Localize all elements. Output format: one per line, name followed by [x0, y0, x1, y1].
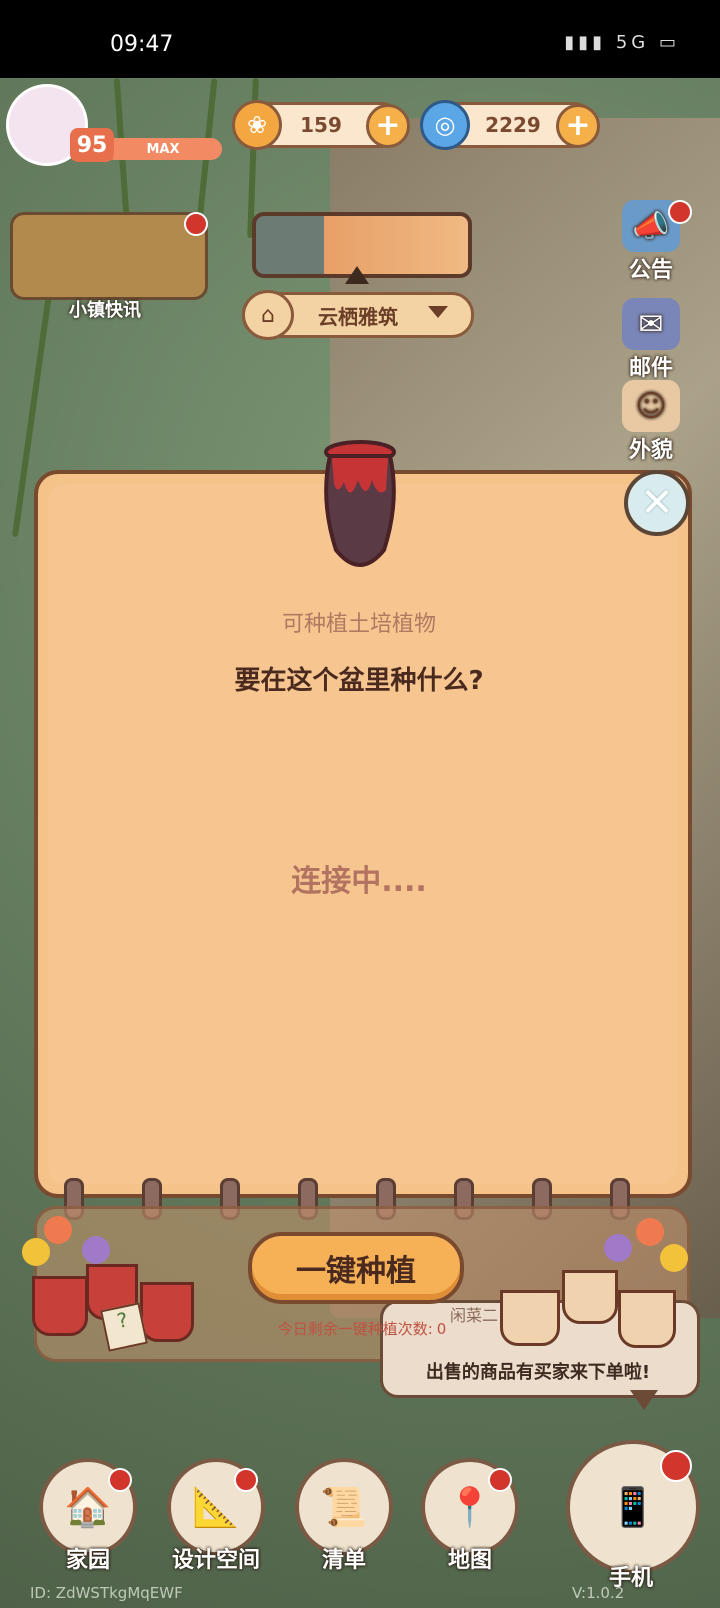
level-progress-bar: MAX [104, 138, 222, 160]
notification-text: 出售的商品有买家来下单啦! [425, 1362, 651, 1383]
mail-label: 邮件 [628, 356, 673, 381]
left-flower-pots: ? [18, 1210, 198, 1352]
announcement-notification-dot [668, 200, 692, 224]
appearance-label: 外貌 [628, 438, 673, 463]
pot-type-label: 可种植土培植物 [281, 612, 436, 637]
status-time: 09:47 [110, 32, 174, 57]
character-face-icon: ☺ [622, 380, 680, 432]
phone-notification-dot [660, 1450, 692, 1482]
network-type-label: 5G [615, 32, 650, 53]
close-button[interactable]: ✕ [624, 470, 690, 536]
dialog-question: 要在这个盆里种什么? [234, 666, 484, 696]
chevron-down-icon[interactable] [428, 306, 448, 318]
currency1-value: 159 [300, 113, 342, 137]
nav-home-label: 家园 [65, 1548, 110, 1573]
home-notification-dot [108, 1468, 132, 1492]
currency1-add-button[interactable]: + [366, 104, 410, 148]
currency2-add-button[interactable]: + [556, 104, 600, 148]
seed-packet-icon: ? [100, 1302, 148, 1352]
purple-flower-icon [604, 1234, 632, 1262]
remaining-value: 0 [436, 1320, 447, 1338]
dialog-body [48, 484, 678, 1184]
envelope-icon: ✉ [622, 298, 680, 350]
bubble-tail [630, 1390, 658, 1410]
status-icons: ▮▮▮ 5G ▭ [564, 32, 680, 53]
remaining-label: 今日剩余一键种植次数: [277, 1320, 433, 1338]
nav-list[interactable]: 📜 清单 [294, 1458, 394, 1574]
version-label: V:1.0.2 [572, 1584, 625, 1602]
town-news-card[interactable] [10, 212, 208, 300]
status-bar: 09:47 ▮▮▮ 5G ▭ [0, 0, 720, 78]
battery-icon: ▭ [658, 32, 680, 53]
signal-icon: ▮▮▮ [564, 32, 607, 53]
swirl-gem-icon: ◎ [420, 100, 470, 150]
connecting-status: 连接中.... [291, 864, 427, 899]
clay-pot-icon [618, 1290, 676, 1348]
leaf-coin-icon: ❀ [232, 100, 282, 150]
map-notification-dot [488, 1468, 512, 1492]
yellow-flower-icon [660, 1244, 688, 1272]
remaining-plant-count: 今日剩余一键种植次数: 0 [240, 1318, 480, 1339]
nav-list-label: 清单 [321, 1548, 366, 1573]
clay-pot-icon [562, 1270, 618, 1324]
right-flower-pots [500, 1214, 700, 1354]
yellow-flower-icon [22, 1238, 50, 1266]
orange-flower-icon [44, 1216, 72, 1244]
appearance-button[interactable]: ☺ 外貌 [616, 380, 686, 464]
nav-map-label: 地图 [447, 1548, 492, 1573]
red-pot-icon [140, 1282, 194, 1342]
house-icon: ⌂ [242, 290, 294, 340]
red-vase-icon [324, 440, 396, 567]
announcement-label: 公告 [628, 258, 673, 283]
red-pot-icon [32, 1276, 88, 1336]
currency2-value: 2229 [485, 113, 541, 137]
design-notification-dot [234, 1468, 258, 1492]
orange-flower-icon [636, 1218, 664, 1246]
news-notification-dot [184, 212, 208, 236]
time-pointer-icon [345, 266, 369, 284]
town-news-label: 小镇快讯 [69, 300, 141, 321]
purple-flower-icon [82, 1236, 110, 1264]
player-level-badge: 95 [70, 128, 114, 162]
location-name: 云栖雅筑 [318, 304, 398, 329]
nav-design-label: 设计空间 [171, 1548, 260, 1573]
clay-pot-icon [500, 1290, 560, 1346]
player-id: ID: ZdWSTkgMqEWF [30, 1584, 183, 1602]
mail-button[interactable]: ✉ 邮件 [616, 298, 686, 382]
one-click-plant-button[interactable]: 一键种植 [248, 1232, 464, 1304]
